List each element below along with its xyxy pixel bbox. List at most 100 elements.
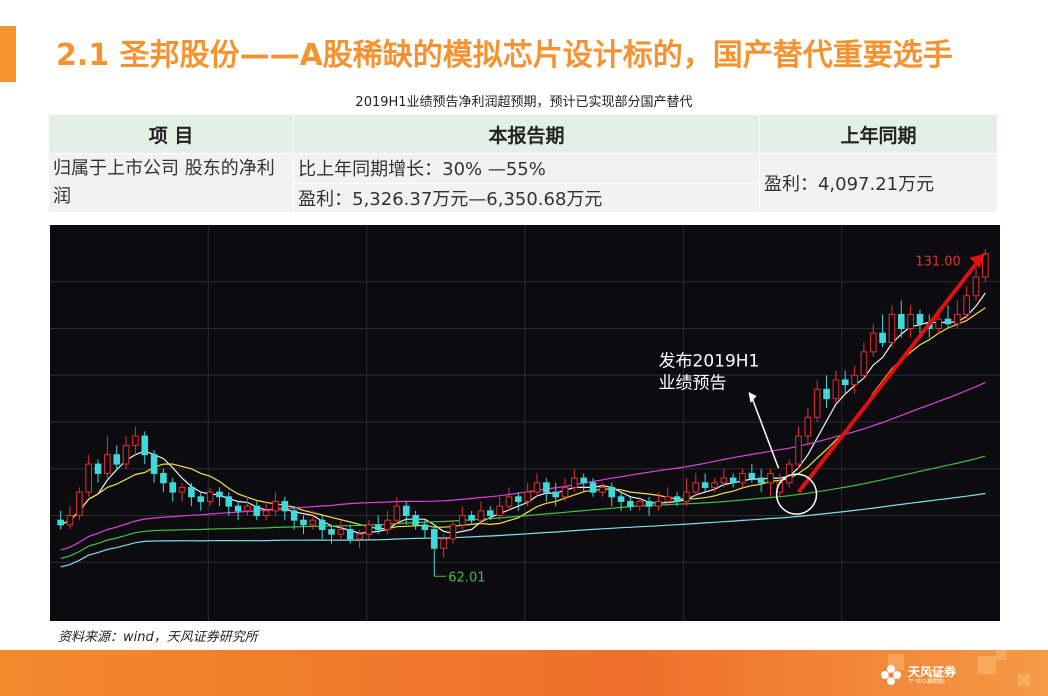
stock-price-chart: 发布2019H1 业绩预告 131.00 62.01	[50, 225, 1000, 621]
candle-body	[617, 496, 625, 502]
candle-body	[169, 482, 177, 493]
table-caption: 2019H1业绩预告净利润超预期，预计已实现部分国产替代	[355, 95, 693, 110]
candle-body	[487, 510, 494, 517]
candle-body	[421, 524, 429, 531]
candle-body	[66, 515, 74, 526]
candle-body	[197, 496, 205, 502]
candle-body	[318, 519, 326, 531]
trend-arrow-line	[796, 258, 981, 494]
brand-subtitle: TF SECURITIES	[908, 678, 945, 685]
candle-body	[916, 313, 924, 325]
candle-body	[869, 332, 877, 353]
candle-body	[188, 486, 195, 498]
title-accent-bar	[0, 26, 16, 82]
candle-body	[944, 318, 952, 325]
candle-body	[701, 482, 709, 488]
candle-body	[795, 435, 802, 465]
candle-body	[281, 500, 289, 512]
candle-body	[244, 505, 251, 512]
candle-body	[216, 491, 223, 498]
candle-body	[589, 482, 597, 493]
candle-body	[739, 472, 746, 484]
candle-body	[673, 496, 681, 502]
candle-body	[907, 313, 914, 329]
candle-body	[533, 482, 541, 493]
candle-body	[841, 379, 849, 386]
candle-body	[645, 500, 653, 507]
candle-body	[552, 491, 559, 498]
candle-body	[290, 510, 298, 521]
candle-body	[402, 505, 410, 516]
candle-body	[356, 533, 363, 540]
table-row: 归属于上市公司 股东的净利润 比上年同期增长：30% —55% 盈利：4,097…	[47, 153, 999, 213]
candle-body	[571, 477, 578, 488]
candle-body	[804, 416, 812, 437]
candle-body	[160, 472, 167, 484]
candle-body	[664, 496, 672, 502]
candle-body	[76, 491, 83, 516]
candle-body	[954, 313, 961, 325]
ma-line-ma60	[60, 455, 986, 560]
candle-body	[393, 505, 401, 521]
candle-body	[206, 491, 214, 502]
candle-body	[150, 454, 158, 474]
candle-body	[141, 435, 149, 456]
header-item: 项 目	[47, 114, 295, 154]
candle-body	[757, 477, 765, 484]
candle-body	[113, 454, 121, 465]
candle-body	[337, 529, 345, 535]
candle-body	[505, 496, 513, 507]
candle-body	[496, 505, 503, 516]
candle-body	[888, 313, 896, 344]
candle-body	[85, 463, 92, 493]
header-prior-period: 上年同期	[758, 114, 999, 154]
candle-body	[711, 482, 718, 488]
annotation-text: 发布2019H1	[659, 352, 760, 372]
candle-body	[599, 486, 606, 493]
candle-body	[524, 491, 531, 502]
candle-body	[729, 477, 737, 484]
current-growth-cell: 比上年同期增长：30% —55%	[293, 153, 760, 184]
candle-body	[440, 538, 447, 549]
ma-line-ma30	[60, 381, 986, 551]
candle-body	[655, 500, 662, 507]
current-profit-cell: 盈利：5,326.37万元—6,350.68万元	[293, 182, 760, 213]
candle-body	[608, 486, 616, 498]
candle-body	[935, 318, 942, 330]
candle-body	[122, 444, 130, 465]
candle-body	[430, 529, 438, 549]
ma-line-ma10	[60, 307, 986, 530]
header-current-period: 本报告期	[293, 114, 760, 154]
table-header-row: 项 目 本报告期 上年同期	[47, 114, 999, 154]
candle-body	[458, 515, 466, 526]
candle-body	[767, 472, 774, 484]
row-label-net-profit: 归属于上市公司 股东的净利润	[47, 153, 295, 213]
candle-body	[57, 519, 64, 526]
candle-body	[851, 374, 858, 386]
candle-body	[972, 276, 980, 297]
candle-body	[178, 486, 186, 493]
candle-body	[832, 379, 840, 400]
high-price-label: 131.00	[915, 255, 961, 270]
annotation-text: 业绩预告	[659, 374, 727, 394]
annotation-pointer	[749, 393, 780, 469]
candle-body	[515, 496, 522, 502]
candle-body	[897, 313, 905, 329]
candle-body	[477, 510, 485, 521]
candle-body	[561, 486, 569, 498]
candle-body	[94, 463, 102, 474]
candle-body	[785, 463, 793, 484]
source-note: 资料来源：wind，天风证券研究所	[58, 630, 258, 645]
candle-body	[580, 477, 588, 484]
candle-body	[879, 332, 886, 344]
candle-body	[543, 482, 550, 493]
candle-body	[692, 482, 700, 493]
candle-body	[748, 472, 756, 479]
candle-body	[449, 524, 457, 540]
prior-profit-cell: 盈利：4,097.21万元	[758, 153, 999, 213]
brand-logo: 天风证券 TF SECURITIES	[880, 662, 956, 688]
earnings-forecast-table: 项 目 本报告期 上年同期 归属于上市公司 股东的净利润 比上年同期增长：30%…	[47, 114, 999, 213]
candle-body	[365, 524, 373, 535]
candle-body	[963, 295, 970, 315]
candle-body	[374, 524, 382, 531]
